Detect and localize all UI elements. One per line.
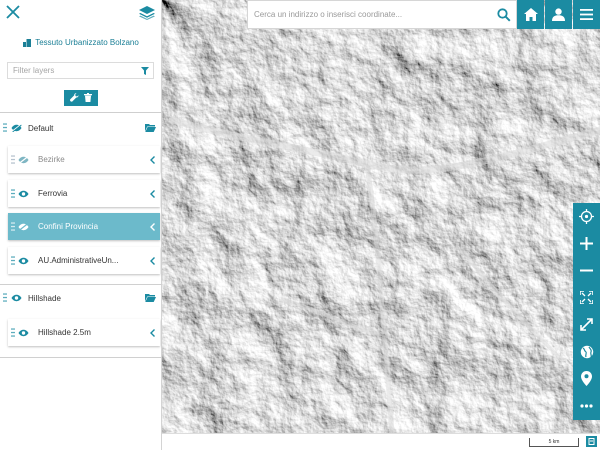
layers-icon — [139, 6, 155, 20]
locate-icon — [579, 209, 594, 224]
zoom-extent-icon — [580, 318, 593, 331]
chevron-left-icon[interactable] — [146, 256, 158, 265]
layer-item-au-administrative-units[interactable]: AU.AdministrativeUn... — [8, 247, 160, 274]
map-icon — [23, 38, 32, 47]
drag-handle-icon[interactable] — [3, 119, 9, 137]
more-icon — [580, 403, 593, 408]
drag-handle-icon[interactable] — [11, 185, 17, 203]
delete-button[interactable] — [84, 89, 93, 107]
zoom-extent-button[interactable] — [573, 311, 600, 338]
zoom-in-button[interactable] — [573, 230, 600, 257]
chevron-left-icon[interactable] — [146, 222, 158, 231]
hillshade-map — [162, 0, 600, 433]
layer-label: Bezirke — [38, 155, 65, 164]
globe-button[interactable] — [573, 338, 600, 365]
map-toolbar — [573, 203, 600, 420]
footer-toggle-button[interactable] — [586, 436, 597, 447]
user-icon — [552, 8, 565, 21]
drag-handle-icon[interactable] — [11, 252, 17, 270]
chevron-left-icon[interactable] — [146, 328, 158, 337]
group-label: Hillshade — [28, 293, 61, 303]
eye-slash-icon[interactable] — [18, 155, 32, 164]
search-bar — [247, 0, 517, 29]
footer-toggle-icon — [588, 438, 595, 445]
eye-icon[interactable] — [11, 289, 23, 307]
search-input[interactable] — [248, 1, 492, 28]
close-icon — [6, 5, 20, 19]
layer-item-confini-provincia[interactable]: Confini Provincia — [8, 213, 160, 240]
layer-group-hillshade[interactable]: Hillshade — [0, 285, 162, 311]
user-button[interactable] — [545, 0, 572, 29]
menu-button[interactable] — [573, 0, 600, 29]
wrench-icon — [69, 93, 79, 102]
home-icon — [523, 8, 538, 21]
scale-bar: 5 km — [529, 438, 579, 447]
map-view[interactable] — [162, 0, 600, 433]
filter-icon[interactable] — [137, 66, 153, 75]
settings-wrench-button[interactable] — [69, 89, 79, 107]
fullscreen-icon — [580, 291, 593, 304]
fullscreen-button[interactable] — [573, 284, 600, 311]
home-button[interactable] — [517, 0, 544, 29]
sidebar-header: Tessuto Urbanizzato Bolzano — [0, 0, 161, 112]
layer-item-ferrovia[interactable]: Ferrovia — [8, 180, 160, 207]
chevron-left-icon[interactable] — [146, 189, 158, 198]
chevron-left-icon[interactable] — [146, 155, 158, 164]
toc-sidebar: Tessuto Urbanizzato Bolzano Default Bezi… — [0, 0, 162, 450]
filter-layers-box — [7, 62, 154, 79]
drag-handle-icon[interactable] — [11, 151, 17, 169]
eye-icon[interactable] — [18, 329, 32, 337]
layer-group-default[interactable]: Default — [0, 115, 162, 141]
eye-slash-icon[interactable] — [11, 119, 23, 137]
layers-button[interactable] — [139, 6, 155, 20]
more-button[interactable] — [573, 392, 600, 419]
zoom-out-icon — [580, 269, 593, 272]
eye-icon[interactable] — [18, 257, 32, 265]
search-icon[interactable] — [492, 1, 516, 28]
globe-icon — [580, 345, 593, 358]
map-footer: 5 km — [162, 433, 600, 450]
locate-button[interactable] — [573, 203, 600, 230]
layer-label: Hillshade 2.5m — [38, 328, 91, 337]
layer-item-hillshade-2-5m[interactable]: Hillshade 2.5m — [8, 319, 160, 346]
filter-layers-input[interactable] — [8, 63, 137, 78]
folder-open-icon[interactable] — [145, 119, 157, 137]
folder-open-icon[interactable] — [145, 289, 157, 307]
close-sidebar-button[interactable] — [5, 4, 21, 20]
location-pin-icon — [581, 371, 592, 386]
drag-handle-icon[interactable] — [11, 218, 17, 236]
layer-item-bezirke[interactable]: Bezirke — [8, 146, 160, 173]
group-label: Default — [28, 123, 54, 133]
drag-handle-icon[interactable] — [3, 289, 9, 307]
drag-handle-icon[interactable] — [11, 324, 17, 342]
layer-label: Confini Provincia — [38, 222, 99, 231]
sidebar-divider — [0, 112, 162, 113]
layer-label: AU.AdministrativeUn... — [38, 256, 119, 265]
eye-slash-icon[interactable] — [18, 222, 32, 231]
group-separator — [0, 357, 162, 358]
zoom-in-icon — [580, 237, 593, 250]
map-title: Tessuto Urbanizzato Bolzano — [0, 38, 162, 47]
map-title-text: Tessuto Urbanizzato Bolzano — [35, 38, 139, 47]
menu-icon — [580, 9, 593, 20]
eye-icon[interactable] — [18, 190, 32, 198]
zoom-out-button[interactable] — [573, 257, 600, 284]
location-pin-button[interactable] — [573, 365, 600, 392]
scale-label: 5 km — [548, 439, 560, 445]
toc-tools — [64, 90, 98, 106]
trash-icon — [84, 93, 93, 102]
layer-label: Ferrovia — [38, 189, 68, 198]
